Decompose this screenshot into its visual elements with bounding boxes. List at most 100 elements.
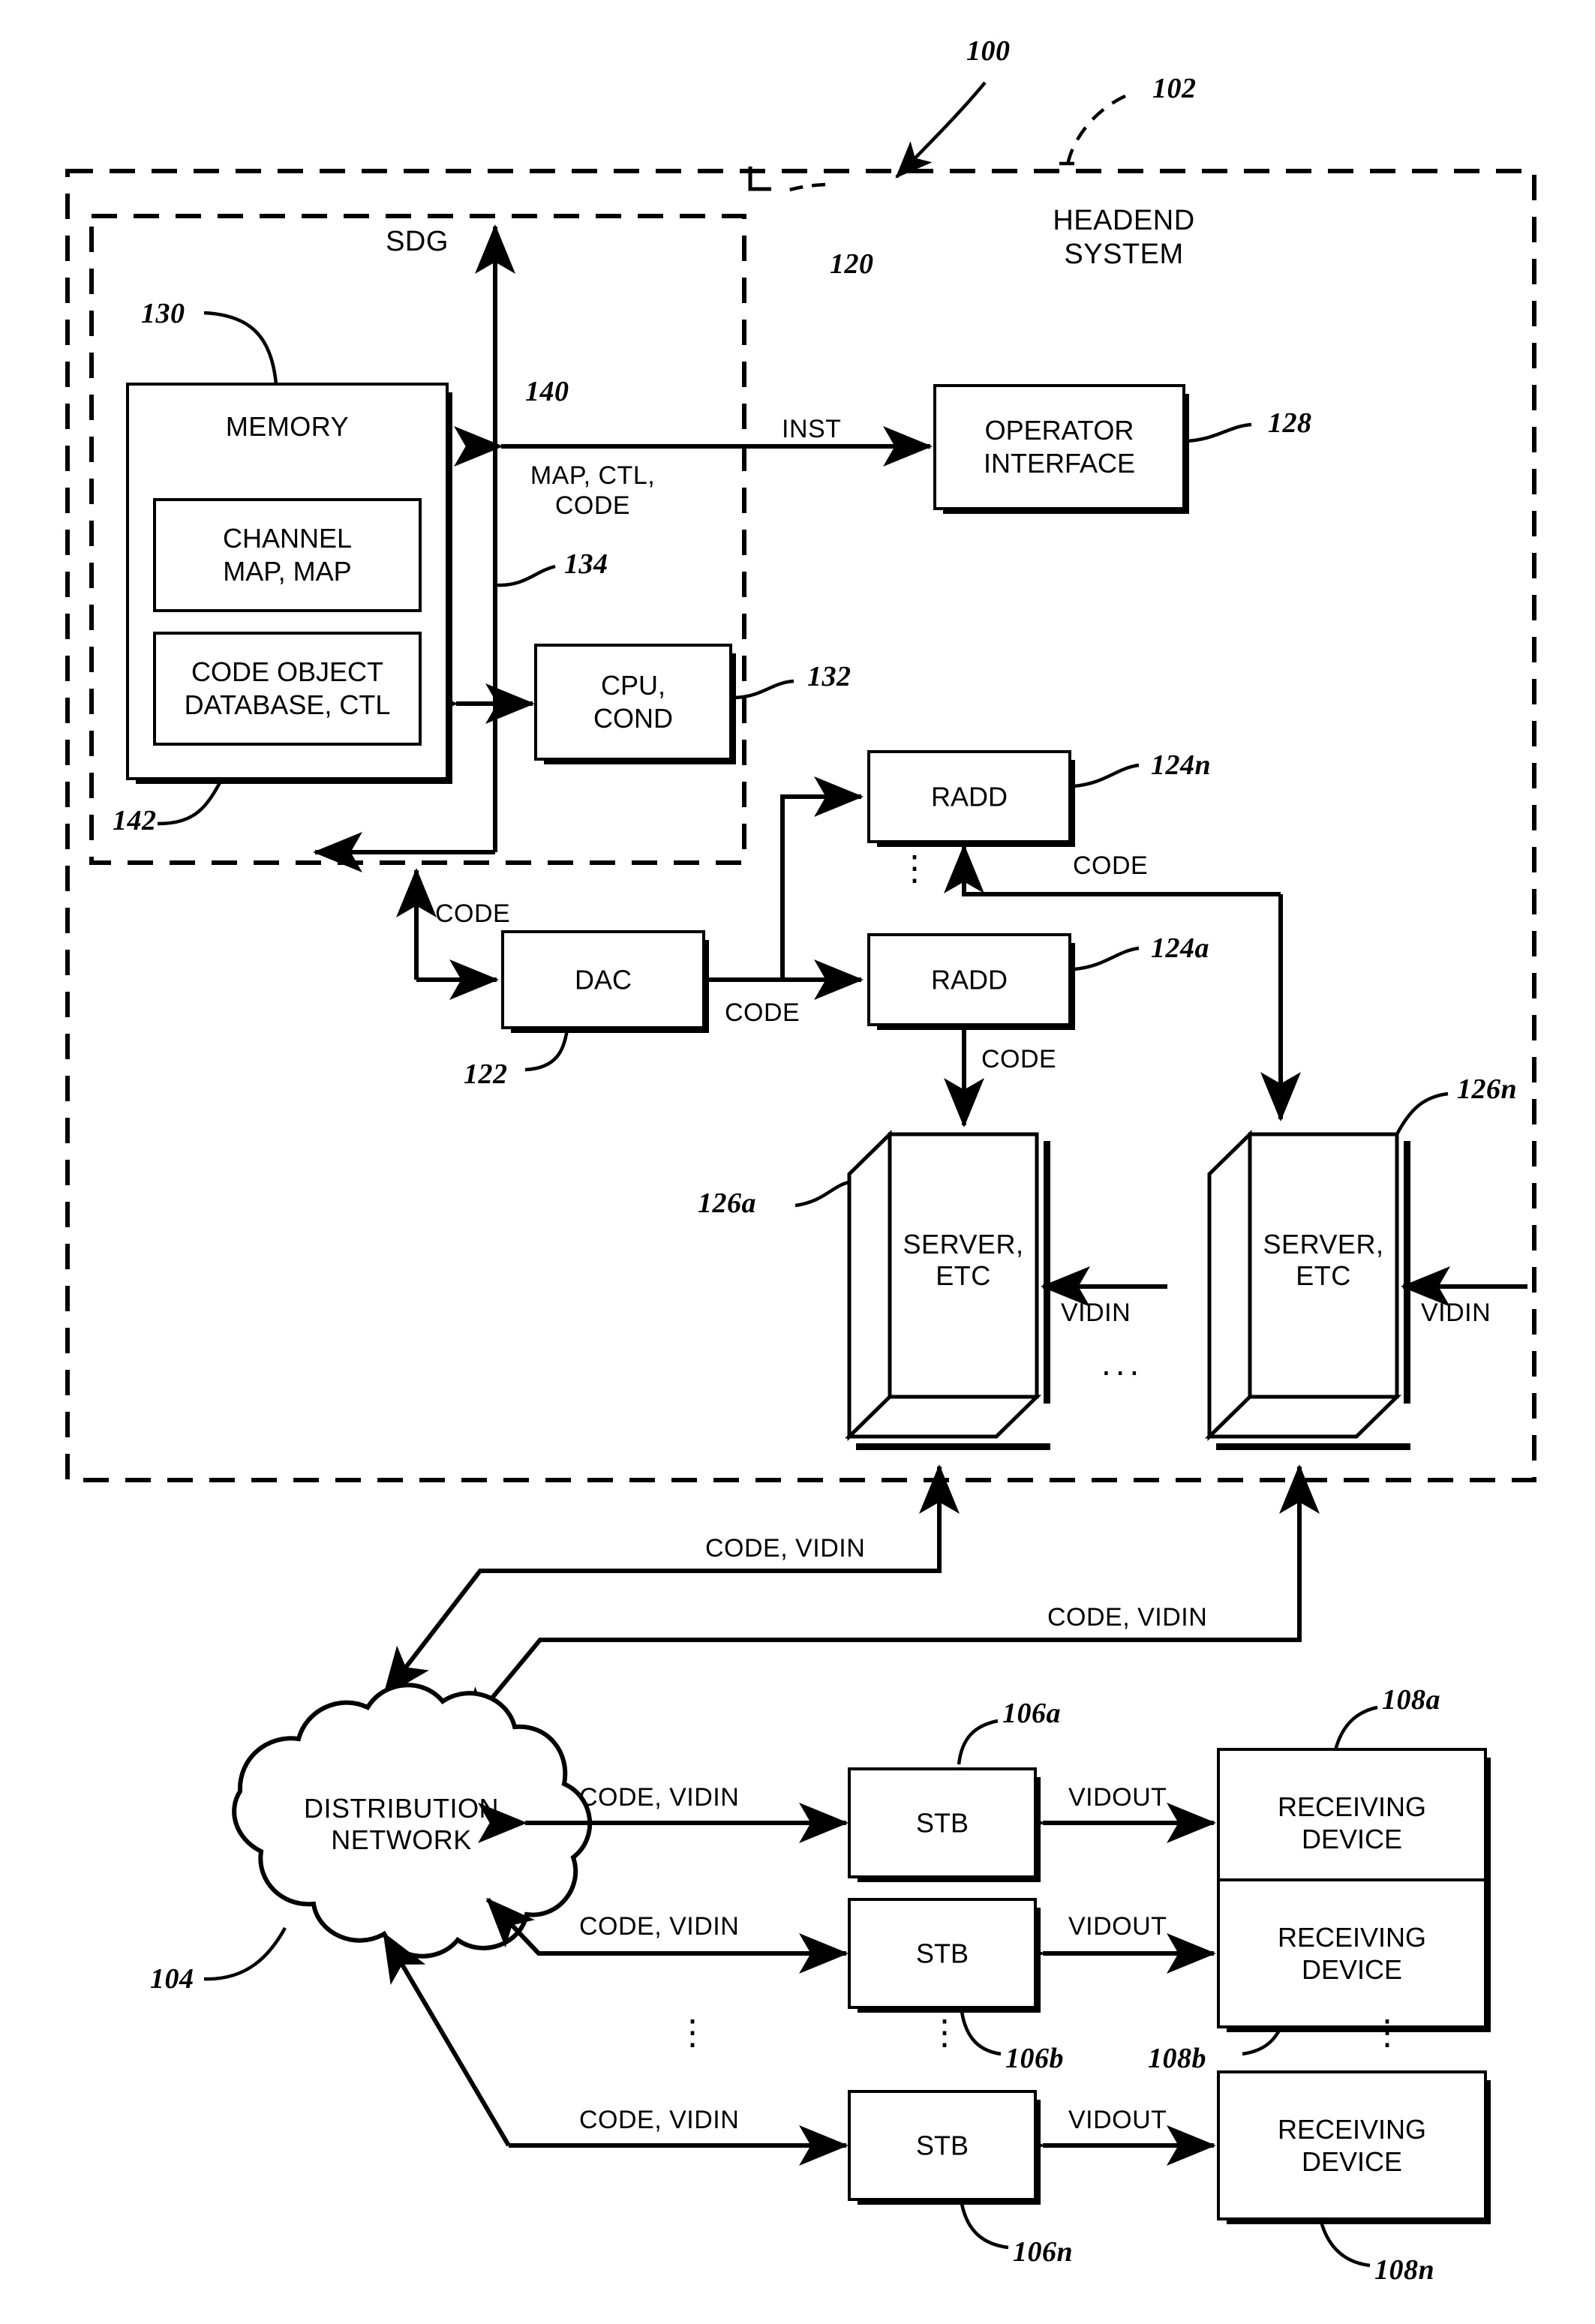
code-label-raddn: CODE — [1073, 851, 1149, 880]
headend-title-line1: HEADEND — [1053, 205, 1195, 236]
ref-106b: 106b — [1005, 2043, 1064, 2074]
stb-n-label: STB — [915, 2130, 969, 2161]
code-label-dac-radd: CODE — [725, 998, 801, 1027]
leader-104 — [203, 1926, 287, 1981]
operator-interface-block: OPERATOR INTERFACE — [933, 384, 1189, 514]
sdg-label: SDG — [386, 226, 449, 257]
server-n-line2: ETC — [1296, 1260, 1351, 1292]
ref-124n: 124n — [1151, 749, 1212, 781]
code-label-dac-up: CODE — [435, 899, 511, 928]
bus-signal-line2: CODE — [554, 491, 631, 521]
ref-128: 128 — [1268, 407, 1312, 439]
receiving-device-block-b: RECEIVING DEVICE — [1217, 1878, 1491, 2032]
server-n-line1: SERVER, — [1263, 1229, 1384, 1260]
leader-108n — [1318, 2218, 1371, 2268]
leader-124a — [1074, 946, 1140, 971]
stb-block-n: STB — [848, 2090, 1041, 2205]
ref-108b: 108b — [1148, 2043, 1206, 2074]
leader-142 — [157, 779, 223, 826]
bus-signal-line1: MAP, CTL, — [530, 461, 656, 490]
radd-a-label: RADD — [930, 964, 1008, 995]
ref-140: 140 — [525, 376, 569, 407]
server-a-label: SERVER, ETC — [903, 1229, 1024, 1293]
bus-signal-label: MAP, CTL, CODE — [530, 461, 655, 521]
ref-134: 134 — [564, 548, 608, 580]
receiving-device-block-a: RECEIVING DEVICE — [1217, 1748, 1491, 1902]
server-ellipsis: ... — [1101, 1344, 1144, 1383]
headend-title: HEADEND SYSTEM — [1053, 204, 1194, 272]
vidout-label-b: VIDOUT — [1068, 1912, 1167, 1941]
cpu-block: CPU, COND — [534, 644, 736, 764]
ref-130: 130 — [141, 298, 185, 329]
cpu-line2: COND — [593, 703, 673, 734]
radd-n-block: RADD — [867, 750, 1075, 847]
receiving-device-block-n: RECEIVING DEVICE — [1217, 2070, 1491, 2224]
cloud-line1: DISTRIBUTION — [303, 1793, 500, 1824]
ref-126a: 126a — [698, 1188, 756, 1219]
radd-ellipsis: ⋮ — [897, 848, 932, 887]
leader-128 — [1185, 422, 1252, 443]
code-object-database-block: CODE OBJECT DATABASE, CTL — [153, 632, 422, 746]
leader-106b — [960, 2011, 1002, 2056]
operator-interface-line2: INTERFACE — [983, 448, 1136, 479]
ref-132: 132 — [807, 661, 852, 692]
radd-trunk — [780, 776, 864, 980]
server-a-line2: ETC — [936, 1260, 991, 1292]
channel-map-block: CHANNEL MAP, MAP — [153, 498, 422, 612]
device-row-ellipsis: ⋮ — [1370, 2013, 1404, 2052]
ref-106a: 106a — [1002, 1698, 1061, 1729]
stb-block-b: STB — [848, 1898, 1041, 2013]
memory-label: MEMORY — [225, 411, 350, 442]
cloud-row-ellipsis: ⋮ — [675, 2013, 710, 2052]
inst-label: INST — [782, 415, 842, 443]
device-b-line1: RECEIVING — [1277, 1921, 1427, 1953]
cloud-line2: NETWORK — [331, 1824, 472, 1856]
leader-126n — [1395, 1091, 1449, 1136]
leader-122 — [524, 1028, 569, 1072]
vidout-label-a: VIDOUT — [1068, 1783, 1167, 1812]
vidout-label-n: VIDOUT — [1068, 2106, 1167, 2134]
server-n-label: SERVER, ETC — [1263, 1229, 1384, 1293]
ref-104: 104 — [150, 1963, 194, 1995]
code-object-line2: DATABASE, CTL — [184, 689, 391, 720]
leader-126a — [794, 1180, 850, 1208]
distribution-network-label: DISTRIBUTION NETWORK — [304, 1793, 499, 1857]
server-a-line1: SERVER, — [903, 1229, 1024, 1260]
channel-map-line2: MAP, MAP — [223, 556, 352, 587]
stb-b-label: STB — [915, 1938, 969, 1969]
leader-134 — [494, 564, 556, 587]
operator-interface-line1: OPERATOR — [984, 415, 1134, 446]
ref-108n: 108n — [1374, 2254, 1435, 2286]
stb-a-label: STB — [915, 1807, 969, 1839]
ref-108a: 108a — [1382, 1684, 1440, 1716]
code-vidin-server-a: CODE, VIDIN — [705, 1534, 866, 1563]
ref-102: 102 — [1152, 73, 1197, 104]
codevidin-n-path — [458, 1530, 1302, 1738]
leader-132 — [734, 679, 794, 700]
leader-100 — [895, 81, 987, 179]
ref-122: 122 — [464, 1058, 508, 1090]
leader-124n — [1074, 763, 1140, 788]
leader-102 — [1065, 94, 1126, 172]
code-object-line1: CODE OBJECT — [191, 656, 384, 688]
ref-120: 120 — [830, 248, 874, 280]
device-a-line1: RECEIVING — [1277, 1791, 1427, 1822]
code-vidin-stb-n: CODE, VIDIN — [579, 2106, 740, 2134]
dac-label: DAC — [574, 964, 632, 995]
ref-100: 100 — [966, 35, 1011, 67]
leader-130 — [203, 311, 278, 385]
code-vidin-stb-b: CODE, VIDIN — [579, 1912, 740, 1941]
headend-title-line2: SYSTEM — [1064, 238, 1184, 270]
vidin-label-a: VIDIN — [1061, 1299, 1131, 1327]
ref-126n: 126n — [1457, 1073, 1518, 1105]
device-b-line2: DEVICE — [1301, 1954, 1403, 1985]
leader-120 — [781, 182, 826, 194]
device-a-line2: DEVICE — [1301, 1824, 1403, 1854]
ref-106n: 106n — [1013, 2236, 1074, 2268]
code-label-radda-server: CODE — [981, 1045, 1057, 1073]
patent-figure: MEMORY CHANNEL MAP, MAP CODE OBJECT DATA… — [0, 0, 1595, 2324]
code-vidin-stb-a: CODE, VIDIN — [579, 1783, 740, 1812]
vidin-label-n: VIDIN — [1421, 1299, 1491, 1327]
code-vidin-server-n: CODE, VIDIN — [1047, 1603, 1208, 1632]
cpu-line1: CPU, — [600, 670, 665, 701]
